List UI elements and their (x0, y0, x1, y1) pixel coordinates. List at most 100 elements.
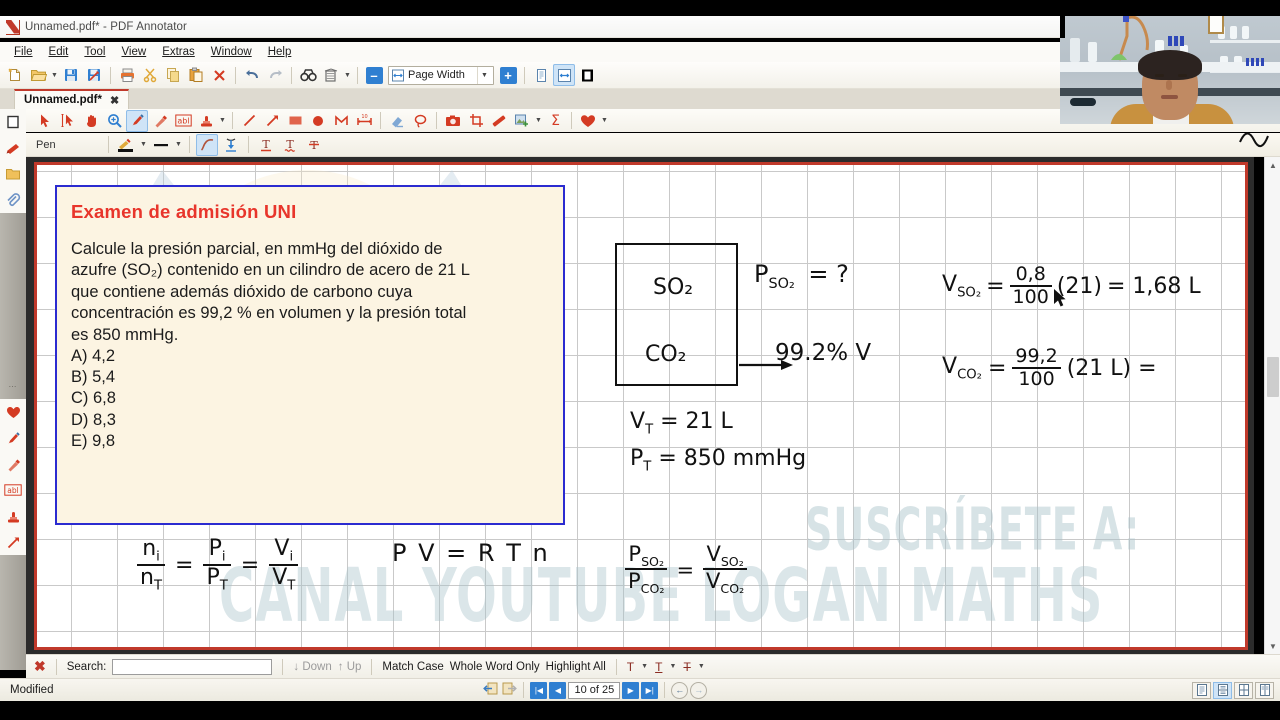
pen-color-dropdown-arrow[interactable]: ▼ (139, 134, 148, 156)
open-document-button[interactable] (27, 64, 49, 86)
pdf-page[interactable]: SUSCRÍBETE A: CANAL YOUTUBE LOGAN MATHS … (34, 162, 1248, 650)
highlight-all-option[interactable]: Highlight All (546, 661, 606, 673)
close-tab-icon[interactable]: ✖ (110, 94, 119, 107)
text-strikeout-button[interactable]: T (303, 134, 325, 156)
select-tool-button[interactable] (34, 110, 56, 132)
sidebar-item-stamp-favorite[interactable] (0, 503, 26, 529)
search-text-style-button[interactable]: T (627, 660, 634, 674)
previous-page-button[interactable]: ◀ (549, 681, 567, 699)
ruler-tool-button[interactable] (488, 110, 510, 132)
crop-tool-button[interactable] (465, 110, 487, 132)
stamp-tool-button[interactable] (195, 110, 217, 132)
cut-button[interactable] (139, 64, 161, 86)
text-squiggly-button[interactable]: T (279, 134, 301, 156)
zoom-level-combobox[interactable]: Page Width ▼ (388, 65, 494, 85)
layout-single-page-button[interactable] (1192, 681, 1211, 699)
scrollbar-thumb[interactable] (1267, 357, 1279, 397)
pen-width-dropdown-arrow[interactable]: ▼ (174, 134, 183, 156)
paste-button[interactable] (185, 64, 207, 86)
page-number-field[interactable]: 10 of 25 (568, 681, 621, 699)
menu-item-tool[interactable]: Tool (76, 44, 113, 60)
open-document-dropdown-arrow[interactable]: ▼ (50, 64, 59, 86)
snapshot-tool-button[interactable] (442, 110, 464, 132)
delete-button[interactable] (208, 64, 230, 86)
scroll-up-icon[interactable]: ▲ (1265, 157, 1280, 173)
go-forward-button[interactable]: → (690, 681, 708, 699)
menu-item-edit[interactable]: Edit (41, 44, 77, 60)
fit-width-view-button[interactable] (553, 64, 575, 86)
measure-tool-button[interactable]: 10 (353, 110, 375, 132)
favorites-dropdown-arrow[interactable]: ▼ (600, 110, 609, 132)
menu-item-view[interactable]: View (113, 44, 154, 60)
zoom-out-button[interactable]: – (363, 64, 385, 86)
favorites-tool-button[interactable] (577, 110, 599, 132)
page-tools-button[interactable] (320, 64, 342, 86)
import-page-icon[interactable] (483, 681, 499, 699)
stamp-dropdown-arrow[interactable]: ▼ (218, 110, 227, 132)
pen-width-button[interactable] (150, 134, 172, 156)
layout-two-page-button[interactable] (1255, 681, 1274, 699)
menu-item-extras[interactable]: Extras (154, 44, 203, 60)
document-tab-unnamed[interactable]: Unnamed.pdf* ✖ (14, 89, 130, 109)
first-page-button[interactable]: |◀ (530, 681, 548, 699)
pan-tool-button[interactable] (80, 110, 102, 132)
find-button[interactable] (297, 64, 319, 86)
rectangle-tool-button[interactable] (284, 110, 306, 132)
save-document-button[interactable] (60, 64, 82, 86)
redo-button[interactable] (264, 64, 286, 86)
next-page-button[interactable]: ▶ (622, 681, 640, 699)
sidebar-item-page-thumbnail[interactable] (0, 109, 26, 135)
match-case-option[interactable]: Match Case (382, 661, 443, 673)
formula-tool-button[interactable]: Σ (544, 110, 566, 132)
sidebar-item-attachment[interactable] (0, 187, 26, 213)
text-tool-button[interactable]: abl (172, 110, 194, 132)
question-text-box[interactable]: Examen de admisión UNI Calcule la presió… (55, 185, 565, 525)
document-vertical-scrollbar[interactable]: ▲ ▼ (1264, 157, 1280, 654)
highlighter-tool-button[interactable] (149, 110, 171, 132)
search-underline-arrow[interactable]: ▼ (668, 656, 677, 678)
copy-button[interactable] (162, 64, 184, 86)
arrow-tool-button[interactable] (261, 110, 283, 132)
undo-button[interactable] (241, 64, 263, 86)
whole-word-option[interactable]: Whole Word Only (450, 661, 540, 673)
insert-image-tool-button[interactable] (511, 110, 533, 132)
sidebar-item-pen-favorite[interactable] (0, 425, 26, 451)
lasso-tool-button[interactable] (409, 110, 431, 132)
sidebar-item-pencil-favorite[interactable] (0, 451, 26, 477)
pen-color-button[interactable] (115, 134, 137, 156)
close-search-icon[interactable]: ✖ (34, 658, 46, 675)
search-underline-button[interactable]: T (655, 660, 662, 674)
object-select-tool-button[interactable] (57, 110, 79, 132)
page-tools-dropdown-arrow[interactable]: ▼ (343, 64, 352, 86)
zoom-tool-button[interactable] (103, 110, 125, 132)
search-up-button[interactable]: ↑ Up (338, 661, 362, 673)
scroll-down-icon[interactable]: ▼ (1265, 638, 1280, 654)
full-screen-view-button[interactable] (576, 64, 598, 86)
text-underline-button[interactable]: T (255, 134, 277, 156)
sidebar-item-folder[interactable] (0, 161, 26, 187)
polyline-tool-button[interactable] (330, 110, 352, 132)
sidebar-item-arrow-favorite[interactable] (0, 529, 26, 555)
search-down-button[interactable]: ↓ Down (293, 661, 331, 673)
document-view[interactable]: SUSCRÍBETE A: CANAL YOUTUBE LOGAN MATHS … (26, 157, 1254, 654)
go-back-button[interactable]: ← (671, 681, 689, 699)
zoom-in-button[interactable]: + (497, 64, 519, 86)
layout-continuous-button[interactable] (1213, 681, 1232, 699)
menu-item-file[interactable]: File (6, 44, 41, 60)
line-tool-button[interactable] (238, 110, 260, 132)
pen-tool-button[interactable] (126, 109, 148, 132)
search-text-style-arrow[interactable]: ▼ (640, 656, 649, 678)
last-page-button[interactable]: ▶| (641, 681, 659, 699)
single-page-view-button[interactable] (530, 64, 552, 86)
search-input[interactable] (112, 658, 273, 675)
pressure-stroke-button[interactable] (220, 134, 242, 156)
zoom-level-dropdown-arrow[interactable]: ▼ (477, 66, 491, 84)
menu-item-help[interactable]: Help (260, 44, 300, 60)
sidebar-item-text-favorite[interactable]: abl (0, 477, 26, 503)
sidebar-item-bookmark[interactable] (0, 135, 26, 161)
save-as-button[interactable] (83, 64, 105, 86)
insert-image-dropdown-arrow[interactable]: ▼ (534, 110, 543, 132)
search-strikeout-arrow[interactable]: ▼ (697, 656, 706, 678)
sidebar-item-favorites[interactable] (0, 399, 26, 425)
print-button[interactable] (116, 64, 138, 86)
